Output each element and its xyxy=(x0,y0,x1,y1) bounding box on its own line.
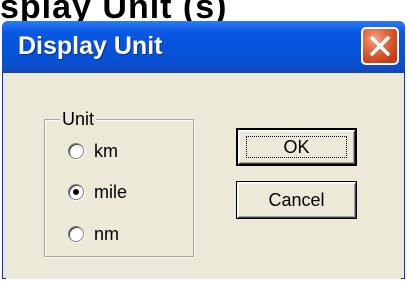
radio-label-mile: mile xyxy=(94,181,128,202)
unit-groupbox-label: Unit xyxy=(60,109,97,129)
radio-button-mile[interactable] xyxy=(68,184,84,200)
title-bar[interactable]: Display Unit xyxy=(2,21,405,73)
radio-label-km: km xyxy=(94,140,118,161)
cancel-button-label: Cancel xyxy=(268,189,325,210)
focus-rectangle xyxy=(246,136,347,158)
ok-button[interactable]: OK xyxy=(236,128,357,166)
radio-button-km[interactable] xyxy=(68,143,84,159)
radio-button-nm[interactable] xyxy=(68,226,84,242)
close-button[interactable] xyxy=(361,27,399,65)
dialog-client-area: Unit km mile nm OK Cancel xyxy=(6,73,401,279)
display-unit-dialog: Display Unit Unit km mile nm OK Cancel xyxy=(2,21,405,279)
radio-label-nm: nm xyxy=(94,223,120,244)
dialog-title: Display Unit xyxy=(18,32,163,60)
radio-option-mile[interactable]: mile xyxy=(68,180,127,204)
radio-option-nm[interactable]: nm xyxy=(68,222,119,246)
close-icon xyxy=(370,36,390,56)
radio-option-km[interactable]: km xyxy=(68,139,118,163)
cancel-button[interactable]: Cancel xyxy=(236,181,357,219)
